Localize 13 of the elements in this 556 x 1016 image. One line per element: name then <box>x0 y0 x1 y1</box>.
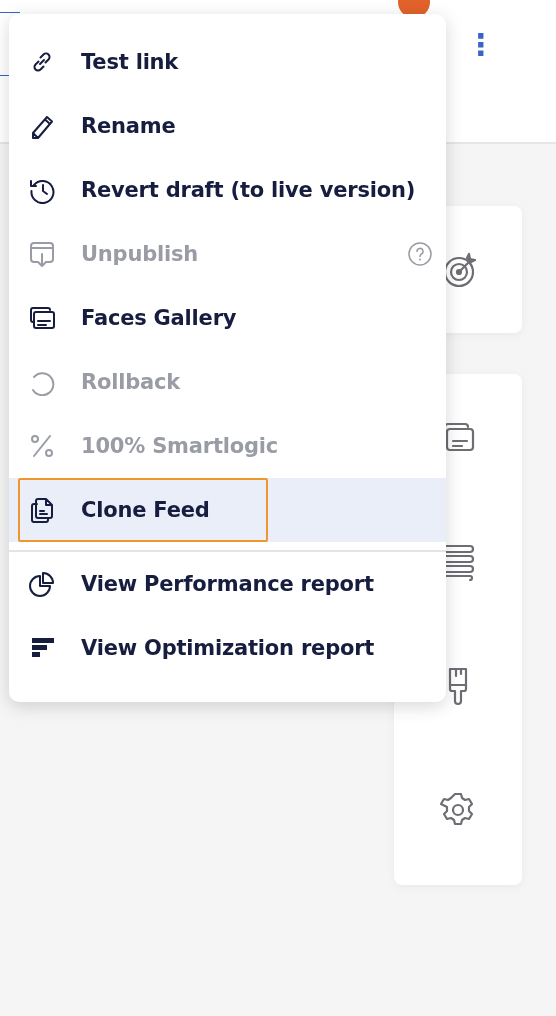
pie-chart-icon <box>28 570 56 598</box>
menu-item[interactable]: View Performance report <box>9 552 446 616</box>
more-button[interactable]: ⋮ <box>466 26 494 64</box>
menu-item[interactable]: Clone Feed <box>9 478 446 542</box>
gallery-icon <box>28 304 56 332</box>
menu-item[interactable]: Test link <box>9 30 446 94</box>
percent-icon <box>28 432 56 460</box>
menu-item[interactable]: Faces Gallery <box>9 286 446 350</box>
menu-item[interactable]: Rename <box>9 94 446 158</box>
download-window-icon <box>28 240 56 268</box>
copy-icon <box>28 496 56 524</box>
menu-item[interactable]: Revert draft (to live version) <box>9 158 446 222</box>
menu-item[interactable]: View Optimization report <box>9 616 446 680</box>
